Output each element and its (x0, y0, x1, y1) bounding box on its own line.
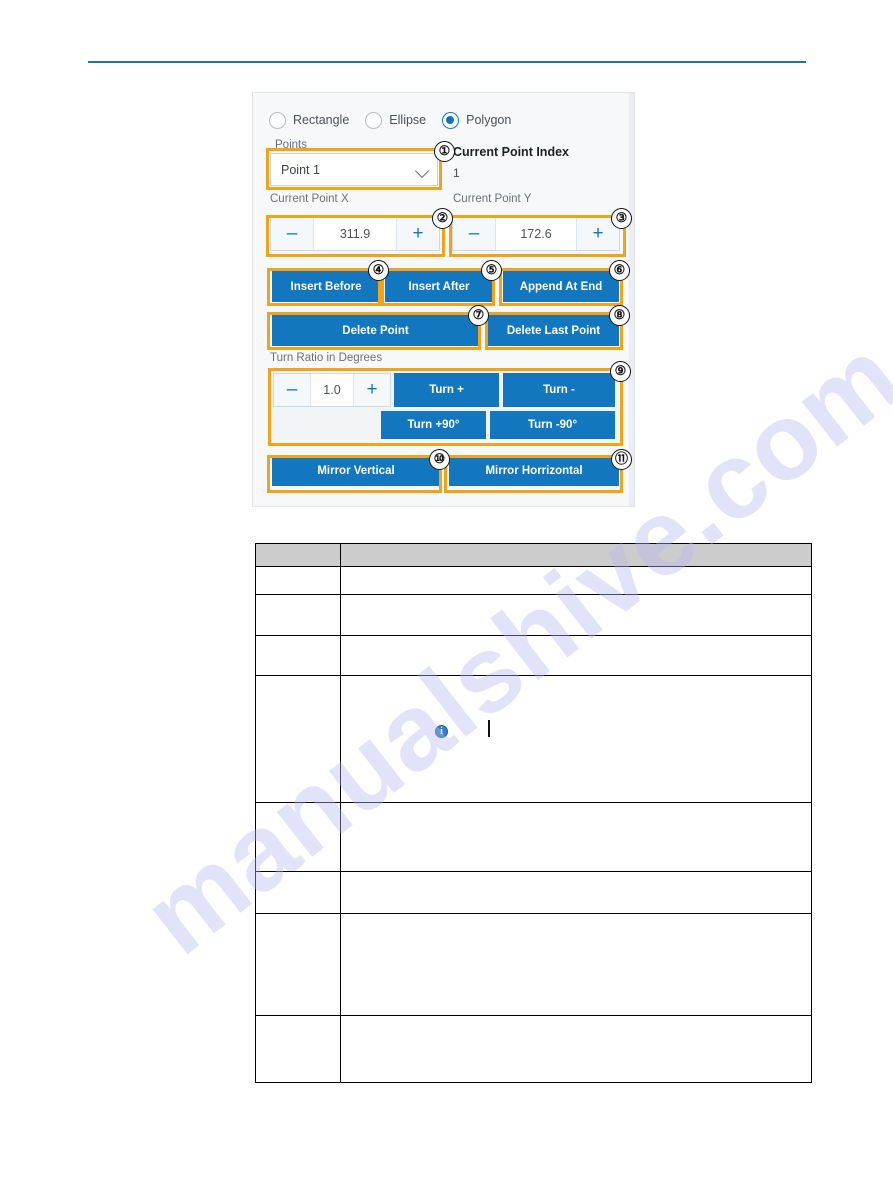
turn-ratio-label: Turn Ratio in Degrees (270, 352, 383, 364)
callout-badge-2: ② (432, 208, 453, 229)
table-header-cell-b (340, 543, 812, 567)
header-divider (88, 61, 806, 63)
turn-ratio-decrement-button[interactable]: – (274, 374, 311, 406)
append-at-end-button[interactable]: Append At End (503, 271, 619, 302)
turn-minus-90-button[interactable]: Turn -90° (490, 411, 615, 439)
table-header-row (255, 543, 812, 567)
points-dropdown-value: Point 1 (281, 162, 320, 177)
table-cell-desc (340, 871, 812, 914)
table-cell-desc-with-note: i (340, 675, 812, 803)
callout-badge-8: ⑧ (609, 305, 630, 326)
table-cell-ref (255, 871, 341, 914)
current-point-y-decrement-button[interactable]: – (453, 218, 496, 250)
table-cell-desc (340, 1015, 812, 1083)
radio-option-rectangle[interactable]: Rectangle (269, 111, 350, 129)
turn-minus-button[interactable]: Turn - (503, 373, 615, 407)
table-body: i (255, 566, 812, 1083)
current-point-index-value: 1 (453, 166, 460, 180)
turn-ratio-stepper[interactable]: – 1.0 + (273, 373, 391, 407)
current-point-x-value[interactable]: 311.9 (314, 218, 396, 250)
turn-ratio-increment-button[interactable]: + (353, 374, 390, 406)
radio-option-ellipse[interactable]: Ellipse (365, 111, 427, 129)
radio-polygon-icon[interactable] (442, 111, 460, 129)
insert-before-button[interactable]: Insert Before (272, 271, 380, 302)
callout-badge-10: ⑩ (429, 449, 450, 470)
shape-type-radio-group: Rectangle Ellipse Polygon (269, 107, 619, 133)
callout-badge-7: ⑦ (468, 305, 489, 326)
current-point-y-value[interactable]: 172.6 (496, 218, 576, 250)
callout-badge-4: ④ (368, 260, 389, 281)
callout-badge-1: ① (434, 141, 455, 162)
table-cell-ref (255, 802, 341, 872)
radio-polygon-label: Polygon (466, 113, 512, 127)
table-header-cell-a (255, 543, 341, 567)
table-cell-desc (340, 802, 812, 872)
chevron-down-icon (416, 166, 429, 174)
table-cell-desc (340, 913, 812, 1016)
table-cell-ref (255, 635, 341, 676)
current-point-x-stepper[interactable]: – 311.9 + (270, 217, 440, 251)
radio-ellipse-label: Ellipse (389, 113, 427, 127)
table-row (255, 635, 812, 676)
turn-plus-90-button[interactable]: Turn +90° (381, 411, 486, 439)
callout-badge-11: ⑪ (611, 449, 632, 470)
callout-badge-9: ⑨ (610, 361, 631, 382)
radio-ellipse-icon[interactable] (365, 111, 383, 129)
table-row: i (255, 675, 812, 803)
table-row (255, 913, 812, 1016)
mirror-vertical-button[interactable]: Mirror Vertical (272, 455, 440, 486)
table-cell-desc (340, 635, 812, 676)
insert-after-button[interactable]: Insert After (385, 271, 493, 302)
table-cell-desc (340, 594, 812, 636)
radio-rectangle-icon[interactable] (269, 111, 286, 129)
table-head (255, 543, 812, 567)
current-point-y-label: Current Point Y (453, 193, 532, 205)
turn-ratio-value[interactable]: 1.0 (311, 374, 353, 406)
text-caret-mark (488, 720, 490, 737)
description-table: i (255, 543, 812, 1083)
table-row (255, 871, 812, 914)
callout-badge-5: ⑤ (481, 260, 502, 281)
callout-badge-6: ⑥ (609, 260, 630, 281)
delete-last-point-button[interactable]: Delete Last Point (488, 315, 619, 346)
current-point-index-label: Current Point Index (453, 145, 569, 159)
panel-scrollbar[interactable] (629, 93, 634, 506)
info-icon: i (435, 725, 448, 738)
table-row (255, 802, 812, 872)
table-cell-desc (340, 566, 812, 595)
mirror-horizontal-button[interactable]: Mirror Horrizontal (449, 455, 619, 486)
table-cell-ref (255, 1015, 341, 1083)
points-field-label: Points (275, 139, 307, 151)
table-row (255, 594, 812, 636)
radio-option-polygon[interactable]: Polygon (442, 111, 512, 129)
table-cell-ref (255, 675, 341, 803)
callout-badge-3: ③ (611, 208, 632, 229)
current-point-x-decrement-button[interactable]: – (271, 218, 314, 250)
table-cell-ref (255, 594, 341, 636)
points-dropdown[interactable]: Point 1 (270, 153, 438, 186)
table-row (255, 1015, 812, 1083)
delete-point-button[interactable]: Delete Point (272, 315, 479, 346)
table-cell-ref (255, 913, 341, 1016)
table-row (255, 566, 812, 595)
turn-plus-button[interactable]: Turn + (394, 373, 499, 407)
radio-rectangle-label: Rectangle (293, 113, 350, 127)
current-point-x-label: Current Point X (270, 193, 349, 205)
current-point-y-stepper[interactable]: – 172.6 + (452, 217, 620, 251)
table-cell-ref (255, 566, 341, 595)
